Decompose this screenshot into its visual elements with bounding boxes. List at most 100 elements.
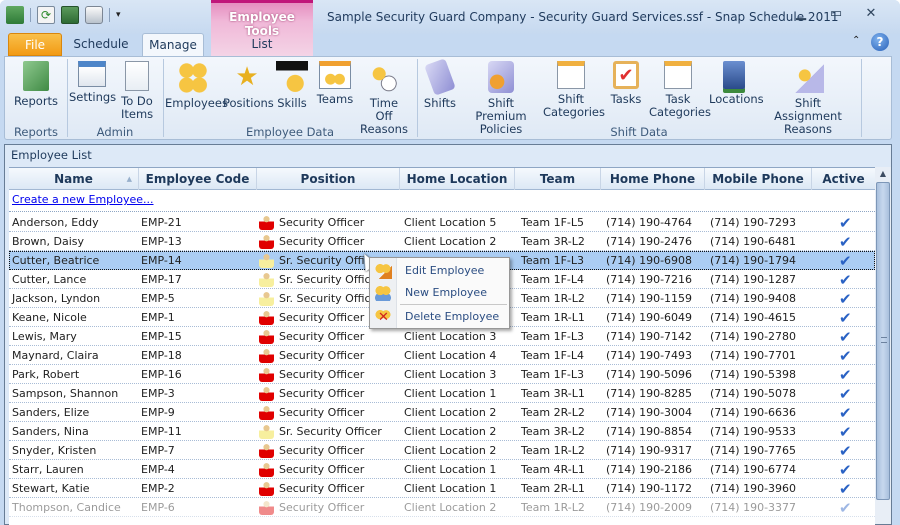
column-header-mobile-phone[interactable]: Mobile Phone	[705, 168, 812, 190]
settings-label: Settings	[69, 90, 117, 104]
grid-header: Name ▲ Employee Code Position Home Locat…	[9, 168, 875, 190]
close-button[interactable]: ✕	[860, 6, 882, 24]
table-row[interactable]: Sanders, Elize EMP-9 Security Officer Clien…	[9, 403, 875, 422]
column-header-employee-code[interactable]: Employee Code	[139, 168, 257, 190]
print-icon[interactable]	[85, 6, 103, 24]
tasks-button[interactable]: ✔ Tasks	[609, 61, 643, 106]
collapse-ribbon-icon[interactable]: ⌃	[852, 35, 860, 46]
column-header-active[interactable]: Active	[812, 168, 875, 190]
skills-button[interactable]: Skills	[275, 61, 309, 110]
table-row[interactable]: Anderson, Eddy EMP-21 Security Officer Clie…	[9, 213, 875, 232]
scroll-up-icon[interactable]: ▲	[875, 167, 891, 181]
group-label-shift-data: Shift Data	[610, 125, 668, 139]
shift-assignment-icon	[792, 61, 824, 93]
tab-manage[interactable]: Manage	[142, 33, 204, 56]
vertical-scrollbar[interactable]: ▲	[875, 167, 891, 524]
maximize-button[interactable]: ▭	[825, 6, 847, 24]
cell-employee-code: EMP-16	[141, 368, 182, 381]
shift-categories-label: Shift Categories	[543, 92, 605, 119]
cell-home-phone: (714) 190-2009	[606, 501, 693, 514]
security-officer-icon	[259, 500, 274, 515]
cell-mobile-phone: (714) 190-5078	[710, 387, 797, 400]
minimize-button[interactable]: ▁	[790, 6, 812, 24]
tab-list[interactable]: List	[211, 33, 313, 56]
column-header-home-phone[interactable]: Home Phone	[601, 168, 705, 190]
table-row[interactable]: Thompson, Candice EMP-6 Security Officer Cl…	[9, 498, 875, 517]
menu-item-edit-employee[interactable]: Edit Employee	[370, 260, 509, 282]
cell-mobile-phone: (714) 190-3960	[710, 482, 797, 495]
cell-home-phone: (714) 190-2476	[606, 235, 693, 248]
todo-icon	[125, 61, 149, 91]
reports-button[interactable]: Reports	[13, 61, 59, 108]
create-employee-link[interactable]: Create a new Employee...	[12, 193, 154, 206]
cell-employee-code: EMP-21	[141, 216, 182, 229]
locations-icon	[723, 61, 745, 89]
column-header-label: Name	[54, 172, 93, 186]
table-row[interactable]: Snyder, Kristen EMP-7 Security Officer Clie…	[9, 441, 875, 460]
cell-home-phone: (714) 190-4764	[606, 216, 693, 229]
cell-home-location: Client Location 3	[404, 330, 497, 343]
table-row[interactable]: Lewis, Mary EMP-15 Security Officer Client …	[9, 327, 875, 346]
column-header-team[interactable]: Team	[515, 168, 601, 190]
cell-name: Cutter, Lance	[12, 273, 87, 286]
todo-items-button[interactable]: To Do Items	[117, 61, 157, 121]
shift-categories-button[interactable]: Shift Categories	[543, 61, 605, 119]
settings-button[interactable]: Settings	[69, 61, 117, 104]
sort-ascending-icon: ▲	[126, 175, 132, 183]
shifts-label: Shifts	[423, 96, 457, 110]
task-categories-button[interactable]: Task Categories	[649, 61, 711, 119]
table-row[interactable]: Sanders, Nina EMP-11 Sr. Security Officer C…	[9, 422, 875, 441]
positions-button[interactable]: ★ Positions	[223, 61, 274, 110]
time-off-icon	[368, 61, 400, 93]
cell-position: Security Officer	[279, 368, 365, 381]
security-officer-icon	[259, 481, 274, 496]
cell-home-location: Client Location 4	[404, 349, 497, 362]
teams-button[interactable]: Teams	[315, 61, 355, 106]
cell-mobile-phone: (714) 190-1287	[710, 273, 797, 286]
cell-mobile-phone: (714) 190-3377	[710, 501, 797, 514]
column-header-position[interactable]: Position	[257, 168, 400, 190]
column-header-home-location[interactable]: Home Location	[400, 168, 515, 190]
shift-categories-icon	[557, 61, 585, 89]
shifts-button[interactable]: Shifts	[421, 58, 459, 110]
security-officer-icon	[259, 386, 274, 401]
employees-button[interactable]: Employees	[165, 61, 228, 110]
cell-name: Maynard, Claira	[12, 349, 99, 362]
active-check-icon: ✔	[839, 480, 852, 498]
scroll-thumb[interactable]	[876, 182, 890, 500]
cell-position: Sr. Security Officer	[279, 292, 382, 305]
table-row[interactable]: Stewart, Katie EMP-2 Security Officer Clien…	[9, 479, 875, 498]
shifts-icon	[424, 58, 456, 96]
menu-item-delete-employee[interactable]: ✕ Delete Employee	[370, 306, 509, 328]
cell-name: Sampson, Shannon	[12, 387, 119, 400]
table-row[interactable]: Brown, Daisy EMP-13 Security Officer Client…	[9, 232, 875, 251]
help-icon[interactable]: ?	[871, 33, 889, 51]
table-row[interactable]: Park, Robert EMP-16 Security Officer Client…	[9, 365, 875, 384]
column-header-name[interactable]: Name ▲	[9, 168, 139, 190]
employees-label: Employees	[165, 96, 228, 110]
cell-position: Security Officer	[279, 406, 365, 419]
close-icon: ✕	[865, 6, 877, 21]
cell-employee-code: EMP-7	[141, 444, 175, 457]
active-check-icon: ✔	[839, 423, 852, 441]
tab-schedule[interactable]: Schedule	[70, 33, 132, 56]
customize-dropdown-icon[interactable]: ▾	[116, 10, 121, 20]
group-label-admin: Admin	[96, 125, 134, 139]
security-officer-icon	[259, 405, 274, 420]
cell-home-phone: (714) 190-7142	[606, 330, 693, 343]
task-categories-icon	[664, 61, 692, 89]
table-row[interactable]: Maynard, Claira EMP-18 Security Officer Cli…	[9, 346, 875, 365]
tab-file[interactable]: File	[8, 33, 62, 56]
app-icon[interactable]	[6, 6, 24, 24]
refresh-icon[interactable]: ⟳	[37, 6, 55, 24]
table-row[interactable]: Starr, Lauren EMP-4 Security Officer Client…	[9, 460, 875, 479]
cell-name: Sanders, Elize	[12, 406, 90, 419]
menu-item-new-employee[interactable]: New Employee	[370, 282, 509, 304]
cell-team: Team 1F-L4	[521, 273, 584, 286]
copy-icon[interactable]	[61, 6, 79, 24]
cell-team: Team 1F-L3	[521, 368, 584, 381]
locations-button[interactable]: Locations	[709, 61, 764, 106]
cell-mobile-phone: (714) 190-7765	[710, 444, 797, 457]
active-check-icon: ✔	[839, 385, 852, 403]
table-row[interactable]: Sampson, Shannon EMP-3 Security Officer Cli…	[9, 384, 875, 403]
